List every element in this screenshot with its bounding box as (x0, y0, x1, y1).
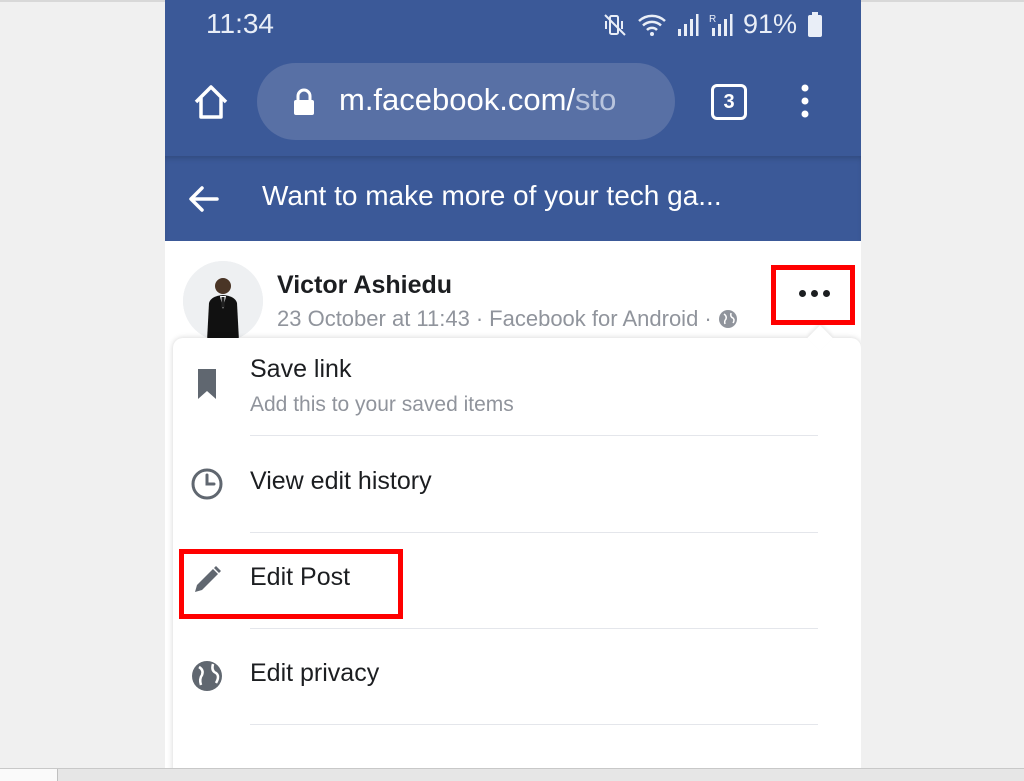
avatar[interactable] (183, 261, 263, 341)
roaming-signal-icon: R (709, 13, 733, 37)
post-meta: 23 October at 11:43 · Facebook for Andro… (277, 306, 738, 332)
meta-separator-2: · (704, 306, 712, 331)
back-button[interactable] (187, 182, 221, 216)
post-date[interactable]: 23 October at 11:43 (277, 306, 470, 332)
browser-toolbar: m.facebook.com/sto 3 (165, 52, 861, 156)
menu-item-label: Edit privacy (250, 659, 380, 687)
page-header: Want to make more of your tech ga... (165, 156, 861, 241)
menu-item-view-edit-history[interactable]: View edit history (173, 436, 861, 532)
tab-switcher-button[interactable]: 3 (711, 84, 747, 120)
outer-background-right (861, 0, 1024, 781)
menu-item-partial[interactable] (173, 724, 861, 768)
address-bar[interactable]: m.facebook.com/sto (257, 63, 675, 140)
mute-vibrate-icon (603, 13, 627, 37)
battery-percent: 91% (742, 9, 797, 39)
url-main: m.facebook.com/ (339, 82, 576, 117)
lock-icon (294, 88, 314, 115)
svg-text:R: R (709, 14, 716, 25)
battery-icon (807, 11, 823, 38)
menu-item-save-link[interactable]: Save link Add this to your saved items (173, 338, 861, 436)
bookmark-icon (198, 369, 216, 399)
browser-menu-button[interactable] (795, 82, 815, 122)
status-time: 11:34 (206, 8, 274, 39)
edit-post-highlight-box (179, 549, 403, 619)
bottom-tab (0, 769, 58, 781)
arrow-left-icon (189, 186, 219, 212)
post-more-options-button[interactable] (771, 265, 855, 325)
post-card: Victor Ashiedu 23 October at 11:43 · Fac… (165, 241, 861, 768)
page-title: Want to make more of your tech ga... (262, 180, 722, 211)
kebab-menu-icon (801, 84, 809, 118)
menu-item-edit-privacy[interactable]: Edit privacy (173, 628, 861, 724)
menu-item-label: Save link (250, 355, 352, 383)
home-button[interactable] (191, 82, 231, 122)
menu-item-label: View edit history (250, 467, 432, 495)
url-text: m.facebook.com/sto (339, 82, 616, 118)
outer-background-left (0, 0, 165, 781)
post-source: Facebook for Android (489, 306, 699, 331)
bottom-strip (0, 768, 1024, 781)
author-name[interactable]: Victor Ashiedu (277, 271, 452, 300)
url-faded: sto (575, 82, 617, 117)
globe-icon (192, 661, 222, 691)
home-icon (194, 85, 228, 119)
signal-icon (677, 13, 699, 37)
menu-item-subtitle: Add this to your saved items (250, 393, 514, 416)
status-icons: R 91% (603, 9, 823, 40)
globe-icon (718, 310, 737, 328)
wifi-icon (637, 13, 667, 37)
phone-screen: 11:34 R 91% m.facebook.com/sto 3 Want to… (165, 0, 861, 768)
more-horizontal-icon (799, 290, 830, 297)
meta-separator: · (475, 306, 484, 331)
status-bar: 11:34 R 91% (165, 0, 861, 52)
clock-icon (191, 468, 223, 500)
